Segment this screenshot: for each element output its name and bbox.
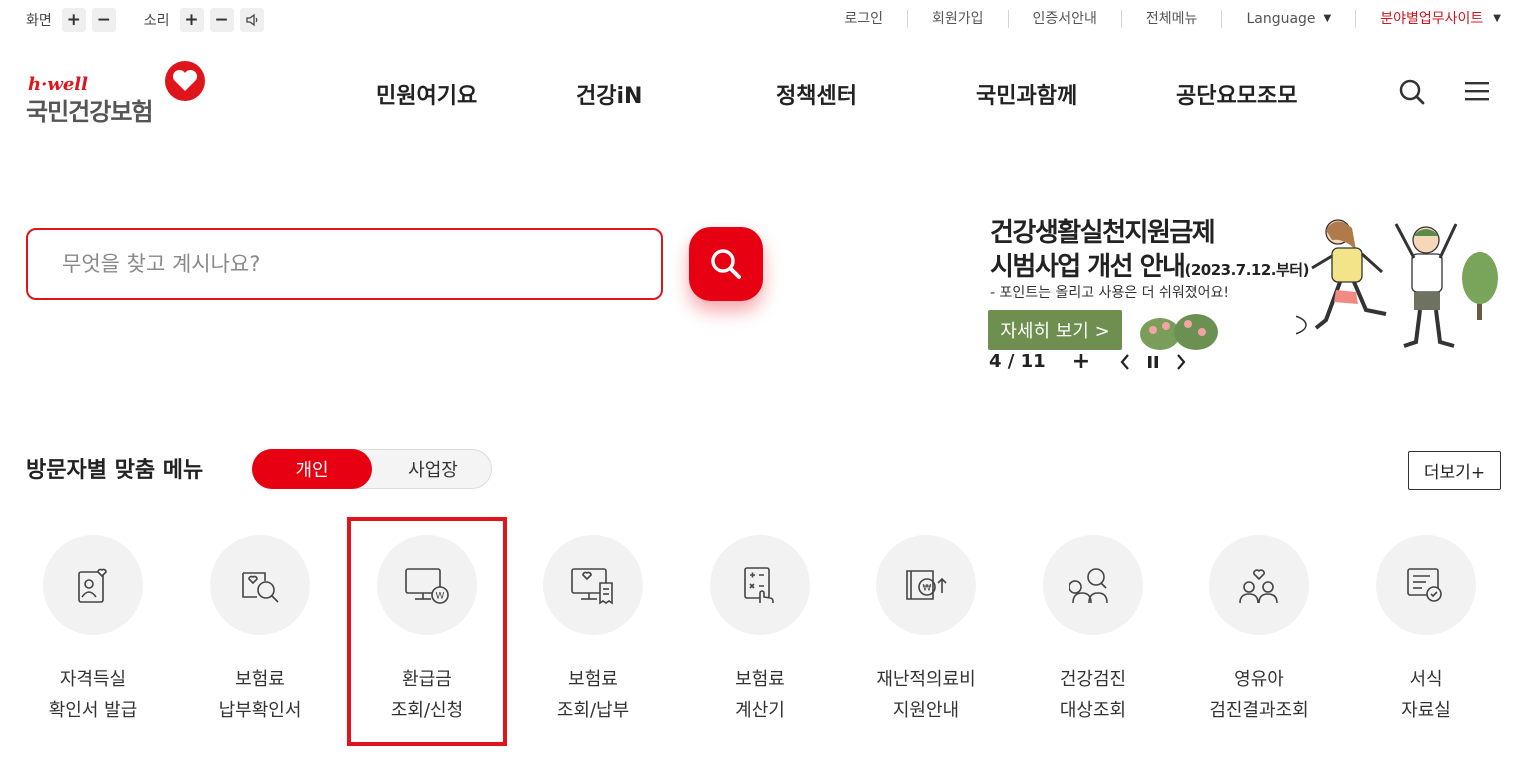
id-card-heart-icon	[78, 568, 107, 603]
menu-icon-wrap	[210, 535, 310, 635]
menu-label-line2: 조회/납부	[556, 700, 630, 721]
book-won-icon: ₩	[906, 570, 947, 600]
family-site-select[interactable]: 분야별업무사이트 ▼	[1355, 10, 1501, 28]
visitor-type-toggle: 사업장 개인	[252, 449, 492, 489]
language-label: Language	[1246, 11, 1316, 27]
menu-icon-wrap	[710, 535, 810, 635]
banner-more-button[interactable]: +	[1072, 349, 1090, 374]
banner-title-line1: 건강생활실천지원금제	[990, 218, 1216, 248]
utility-nav: 로그인 회원가입 인증서안내 전체메뉴 Language ▼ 분야별업무사이트 …	[820, 10, 1501, 28]
banner-counter: 4 / 11	[989, 351, 1046, 372]
chevron-down-icon: ▼	[1323, 13, 1332, 24]
chevron-left-icon[interactable]	[1118, 353, 1132, 371]
selection-highlight-box	[347, 517, 507, 746]
menu-label-line2: 지원안내	[892, 700, 960, 721]
monitor-receipt-icon	[571, 568, 613, 605]
gnb-item-health[interactable]: 건강iN	[576, 78, 642, 110]
menu-label-line1: 재난적의료비	[876, 669, 976, 690]
menu-label-line2: 계산기	[735, 700, 785, 721]
speaker-icon[interactable]	[239, 8, 264, 32]
logo-name: 국민건강보험	[26, 98, 153, 126]
search-box	[26, 228, 663, 300]
search-icon	[711, 249, 741, 279]
tab-individual[interactable]: 개인	[252, 449, 372, 489]
banner-title-main: 시범사업 개선 안내	[990, 252, 1186, 282]
menu-label-line2: 자료실	[1401, 700, 1451, 721]
sound-up-button[interactable]: +	[179, 8, 204, 32]
screen-zoom-out-button[interactable]: −	[91, 8, 116, 32]
bush-illustration	[1140, 314, 1218, 350]
gnb-item-together[interactable]: 국민과함께	[976, 78, 1077, 110]
chevron-down-icon: ▼	[1493, 13, 1501, 24]
search-icon[interactable]	[1398, 78, 1426, 106]
section-title: 방문자별 맞춤 메뉴	[26, 458, 204, 483]
search-button[interactable]	[689, 227, 763, 301]
menu-label-line2: 대상조회	[1059, 700, 1127, 721]
svg-text:₩: ₩	[923, 584, 932, 594]
search-input[interactable]	[62, 252, 622, 276]
menu-label-line1: 영유아	[1234, 669, 1284, 690]
menu-icon-wrap	[1376, 535, 1476, 635]
menu-icon-wrap: ₩	[876, 535, 976, 635]
document-check-icon	[1407, 568, 1442, 602]
signup-link[interactable]: 회원가입	[906, 10, 1008, 28]
banner-controls: 4 / 11 +	[989, 349, 1188, 374]
menu-icon-wrap	[1209, 535, 1309, 635]
banner-subtitle: - 포인트는 올리고 사용은 더 쉬워졌어요!	[990, 285, 1229, 301]
calculator-hand-icon	[744, 567, 774, 603]
family-heart-icon	[1239, 569, 1278, 604]
menu-label-line1: 자격득실	[59, 669, 127, 690]
runner-illustration	[1296, 219, 1498, 348]
menu-label-line2: 확인서 발급	[48, 700, 138, 721]
site-logo[interactable]: h·well 국민건강보험	[26, 60, 206, 126]
hamburger-menu-icon[interactable]	[1464, 80, 1490, 102]
more-button[interactable]: 더보기+	[1408, 451, 1501, 490]
gnb-item-civil[interactable]: 민원여기요	[376, 78, 477, 110]
banner-detail-button[interactable]: 자세히 보기 >	[988, 310, 1122, 350]
sound-label: 소리	[143, 13, 170, 29]
promo-banner: 건강생활실천지원금제 시범사업 개선 안내(2023.7.12.부터) - 포인…	[986, 210, 1516, 375]
accessibility-controls: 화면 + − 소리 + −	[26, 8, 270, 32]
banner-title-line2: 시범사업 개선 안내(2023.7.12.부터)	[990, 246, 1309, 283]
certificate-guide-link[interactable]: 인증서안내	[1007, 10, 1121, 28]
screen-zoom-in-button[interactable]: +	[61, 8, 86, 32]
people-search-icon	[1069, 568, 1108, 604]
banner-title-date: (2023.7.12.부터)	[1184, 261, 1309, 279]
family-site-label: 분야별업무사이트	[1380, 11, 1484, 27]
menu-icon-wrap	[43, 535, 143, 635]
screen-size-label: 화면	[26, 13, 52, 29]
menu-label-line1: 보험료	[235, 669, 285, 690]
pause-icon[interactable]	[1146, 353, 1160, 371]
login-link[interactable]: 로그인	[820, 10, 907, 28]
chevron-right-icon[interactable]	[1174, 353, 1188, 371]
menu-label-line1: 서식	[1409, 669, 1443, 690]
gnb-item-policy[interactable]: 정책센터	[776, 78, 857, 110]
all-menu-link[interactable]: 전체메뉴	[1120, 10, 1222, 28]
menu-label-line2: 검진결과조회	[1209, 700, 1309, 721]
menu-label-line1: 보험료	[735, 669, 785, 690]
menu-icon-wrap	[543, 535, 643, 635]
menu-icon-wrap	[1043, 535, 1143, 635]
menu-label-line1: 보험료	[568, 669, 618, 690]
menu-label-line1: 건강검진	[1059, 669, 1127, 690]
language-select[interactable]: Language ▼	[1221, 10, 1355, 28]
menu-label-line2: 납부확인서	[218, 700, 302, 721]
tab-business[interactable]: 사업장	[373, 450, 493, 488]
heart-magnifier-icon	[242, 572, 279, 603]
sound-down-button[interactable]: −	[209, 8, 234, 32]
heart-logo-icon	[165, 61, 205, 101]
gnb-item-about[interactable]: 공단요모조모	[1176, 78, 1297, 110]
